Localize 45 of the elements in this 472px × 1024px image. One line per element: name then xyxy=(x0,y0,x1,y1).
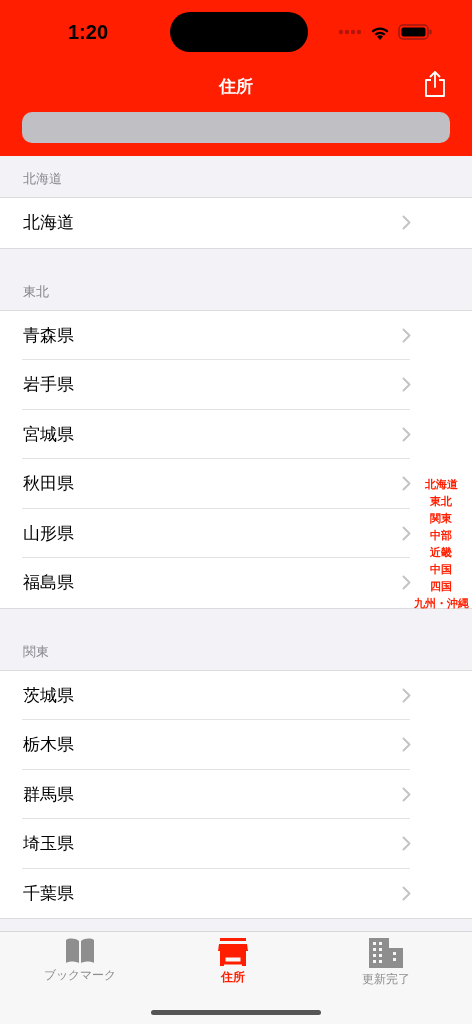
store-icon xyxy=(218,938,248,966)
section-header: 関東 xyxy=(23,642,49,661)
chevron-icon xyxy=(402,885,411,901)
section-index-item[interactable]: 四国 xyxy=(430,578,452,595)
section-index-item[interactable]: 九州・沖縄 xyxy=(413,595,469,612)
row-label[interactable]: 福島県 xyxy=(23,571,74,595)
section-header: 北海道 xyxy=(23,170,62,188)
chevron-icon xyxy=(402,737,411,753)
row-label[interactable]: 群馬県 xyxy=(23,782,74,806)
chevron-icon xyxy=(402,525,411,541)
section-header: 東北 xyxy=(23,282,49,301)
row-label[interactable]: 埼玉県 xyxy=(23,832,74,856)
section-index-item[interactable]: 北海道 xyxy=(424,476,458,493)
row-label[interactable]: 茨城県 xyxy=(23,683,74,707)
row-label[interactable]: 千葉県 xyxy=(23,881,74,905)
section-index-item[interactable]: 中部 xyxy=(430,527,452,544)
share-icon[interactable] xyxy=(424,70,446,98)
chevron-icon xyxy=(402,786,411,802)
chevron-icon xyxy=(402,215,411,231)
chevron-icon xyxy=(402,687,411,703)
search-field[interactable] xyxy=(22,112,450,143)
row-label[interactable]: 岩手県 xyxy=(23,373,74,397)
section-index-item[interactable]: 中国 xyxy=(430,561,452,578)
row-label[interactable]: 栃木県 xyxy=(23,733,74,757)
section-index-item[interactable]: 東北 xyxy=(430,493,452,510)
building-icon xyxy=(369,938,403,968)
book-icon xyxy=(65,938,95,964)
signal-icon xyxy=(338,29,362,35)
section-index-item[interactable]: 関東 xyxy=(430,510,452,527)
tab-item[interactable]: 住所 xyxy=(183,938,283,988)
chevron-icon xyxy=(402,327,411,343)
row-label[interactable]: 山形県 xyxy=(23,521,74,545)
section-index-item[interactable]: 近畿 xyxy=(430,544,452,561)
nav-title: 住所 xyxy=(219,74,253,98)
row-label[interactable]: 青森県 xyxy=(23,323,74,347)
row-label[interactable]: 北海道 xyxy=(23,211,74,235)
battery-icon xyxy=(398,24,432,40)
chevron-icon xyxy=(402,476,411,492)
chevron-icon xyxy=(402,575,411,591)
row-label[interactable]: 宮城県 xyxy=(23,422,74,446)
row-label[interactable]: 秋田県 xyxy=(23,472,74,496)
chevron-icon xyxy=(402,836,411,852)
chevron-icon xyxy=(402,377,411,393)
chevron-icon xyxy=(402,426,411,442)
status-time: 1:20 xyxy=(68,20,110,44)
